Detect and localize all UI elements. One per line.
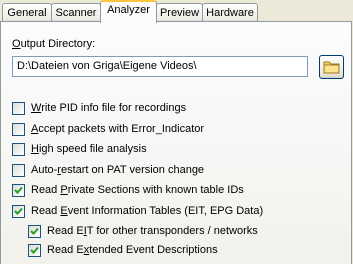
option-label: Accept packets with Error_Indicator <box>31 123 205 135</box>
tab-analyzer[interactable]: Analyzer <box>100 0 157 23</box>
checkbox-write-pid-info[interactable] <box>12 102 25 115</box>
checkbox-read-eit-other[interactable] <box>28 225 41 238</box>
checkmark-icon <box>30 246 39 254</box>
checkbox-auto-restart-pat[interactable] <box>12 164 25 177</box>
checkbox-read-private-sections[interactable] <box>12 184 25 197</box>
option-label: Read EIT for other transponders / networ… <box>47 225 258 237</box>
option-label: Auto-restart on PAT version change <box>31 164 205 176</box>
checkbox-read-extended-descriptions[interactable] <box>28 244 41 257</box>
checkbox-accept-error-packets[interactable] <box>12 123 25 136</box>
browse-folder-button[interactable] <box>319 55 344 79</box>
checkmark-icon <box>30 227 39 235</box>
tab-scanner-label: Scanner <box>55 7 97 19</box>
tab-hardware[interactable]: Hardware <box>202 3 258 22</box>
tab-hardware-label: Hardware <box>206 7 254 19</box>
tab-general[interactable]: General <box>2 3 52 22</box>
tab-preview[interactable]: Preview <box>156 3 203 22</box>
checkbox-high-speed-analysis[interactable] <box>12 143 25 156</box>
output-directory-field[interactable]: D:\Dateien von Griga\Eigene Videos\ <box>12 56 308 77</box>
output-directory-label: Output Directory: <box>12 38 96 50</box>
option-label: Read Event Information Tables (EIT, EPG … <box>31 205 264 217</box>
folder-icon <box>323 61 340 74</box>
checkbox-read-eit[interactable] <box>12 205 25 218</box>
checkmark-icon <box>14 207 23 215</box>
option-label: Read Private Sections with known table I… <box>31 184 244 196</box>
option-label: Write PID info file for recordings <box>31 102 187 114</box>
checkmark-icon <box>14 186 23 194</box>
tab-strip: General Scanner Analyzer Preview Hardwar… <box>0 0 353 23</box>
option-label: High speed file analysis <box>31 143 147 155</box>
option-label: Read Extended Event Descriptions <box>47 244 218 256</box>
tab-preview-label: Preview <box>159 7 200 19</box>
tab-analyzer-label: Analyzer <box>107 4 150 16</box>
tab-general-label: General <box>7 7 47 19</box>
tab-scanner[interactable]: Scanner <box>51 3 101 22</box>
